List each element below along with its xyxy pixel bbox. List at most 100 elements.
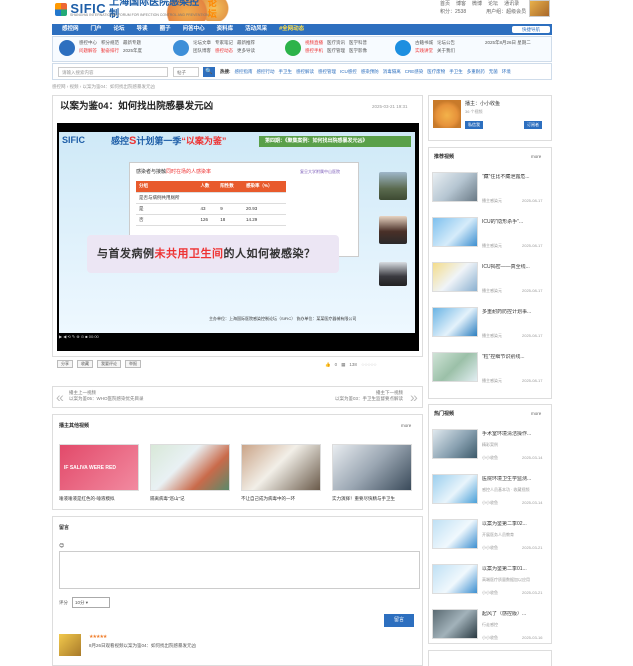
quick-nav-button[interactable]: 快捷导航	[512, 26, 550, 33]
subnav-link[interactable]: 问题解答	[79, 48, 97, 54]
list-item[interactable]: 手术室环境清洁操作... 精彩案例 小小收鱼 2025-03-14	[432, 425, 550, 469]
emoji-icon[interactable]: 😊	[59, 543, 64, 549]
video-thumb[interactable]	[432, 429, 478, 459]
top-link[interactable]: 博客	[456, 1, 466, 7]
hot-search-link[interactable]: 手卫生	[279, 69, 293, 75]
hot-search-link[interactable]: 无菌	[489, 69, 498, 75]
subnav-link[interactable]: 论坛公告	[437, 40, 455, 46]
video-title-link[interactable]: 以案为鉴第二季02...	[482, 521, 550, 527]
subnav-link[interactable]: 专家笔记	[215, 40, 233, 46]
hot-search-link[interactable]: 消毒隔离	[383, 69, 401, 75]
nav-item-highlight[interactable]: #全网动态	[273, 24, 310, 35]
video-thumb[interactable]	[432, 609, 478, 639]
nav-item[interactable]: 活动风采	[239, 24, 273, 35]
list-item[interactable]: 起风了（感控版）... 行走感控 小小收鱼 2025-03-16	[432, 605, 550, 649]
rating-stars[interactable]: ☆☆☆☆☆	[361, 362, 377, 368]
uploader-name[interactable]: 播主：小小收鱼	[465, 101, 500, 107]
comment-textarea[interactable]	[59, 551, 420, 589]
subnav-link[interactable]: 古籍书城	[415, 40, 433, 46]
subnav-link[interactable]: 积分规范	[101, 40, 119, 46]
search-button[interactable]: 🔍	[203, 67, 215, 77]
comment-button[interactable]: 我要评论	[97, 360, 121, 368]
video-title-link[interactable]: “藏”住比不藏泄露危...	[482, 174, 550, 180]
hot-search-link[interactable]: 手卫生	[449, 69, 463, 75]
video-thumb[interactable]	[332, 444, 412, 491]
video-thumb[interactable]	[432, 262, 478, 292]
video-thumb[interactable]	[432, 474, 478, 504]
hot-search-link[interactable]: 感控行动	[257, 69, 275, 75]
video-thumb[interactable]	[432, 352, 478, 382]
search-type-select[interactable]: 帖子	[173, 67, 199, 77]
subscribe-button[interactable]: 订阅者	[524, 121, 542, 129]
top-link[interactable]: 微博	[472, 1, 482, 7]
subnav-link[interactable]: 最新推荐	[237, 40, 255, 46]
video-title-link[interactable]: 手术室环境清洁操作...	[482, 431, 550, 437]
next-arrow-icon[interactable]: »	[410, 389, 418, 407]
nav-item[interactable]: 导读	[131, 24, 154, 35]
subnav-link[interactable]: 感控动态	[215, 48, 233, 54]
hot-search-link[interactable]: 感控管理	[318, 69, 336, 75]
video-title-link[interactable]: 多重耐药防控计划事...	[482, 309, 550, 315]
subnav-link[interactable]: 团队博客	[193, 48, 211, 54]
video-controls[interactable]: ▶ ◀ ⟲ ✎ ⊕ ⊙ ■ 00:00	[59, 334, 417, 341]
favorite-button[interactable]: 收藏	[77, 360, 93, 368]
rating-select[interactable]: 10分 ▾	[72, 597, 110, 608]
share-button[interactable]: 分享	[57, 360, 73, 368]
subnav-link[interactable]: 医疗资讯	[327, 40, 345, 46]
top-link[interactable]: 论坛	[488, 1, 498, 7]
list-item[interactable]: 以案为鉴第二季02... 开展医务人员教育 小小收鱼 2025-03-21	[432, 515, 550, 559]
subnav-link[interactable]: 感控中心	[79, 40, 97, 46]
hot-search-link[interactable]: ICU感控	[340, 69, 357, 75]
nav-item[interactable]: 资料库	[211, 24, 240, 35]
video-caption[interactable]: 隔离病毒“巡山”记	[150, 496, 234, 502]
video-thumb[interactable]	[432, 307, 478, 337]
list-item[interactable]: “粒”控细节识别线... 播主感染元 2025-08-17	[432, 348, 550, 392]
video-thumb[interactable]	[432, 519, 478, 549]
hot-search-link[interactable]: 感控解读	[296, 69, 314, 75]
prev-video[interactable]: 播主上一视频 以案为鉴05：WHO医院感染优先目录	[69, 390, 144, 401]
list-item[interactable]: 多重耐药防控计划事... 播主感染元 2025-08-17	[432, 303, 550, 347]
breadcrumb[interactable]: 感控网 › 视频 › 以案为鉴04：如何找出院感暴发元凶	[52, 84, 155, 90]
top-link[interactable]: 通讯录	[504, 1, 519, 7]
hot-search-link[interactable]: 感染预防	[361, 69, 379, 75]
video-thumb[interactable]	[241, 444, 321, 491]
subnav-link[interactable]: 最新专题	[123, 40, 142, 46]
video-title-link[interactable]: 医院环境卫生学监测...	[482, 476, 550, 482]
video-thumb[interactable]	[432, 217, 478, 247]
nav-item[interactable]: 圈子	[154, 24, 177, 35]
nav-item[interactable]: 论坛	[108, 24, 131, 35]
submit-comment-button[interactable]: 留言	[384, 614, 414, 627]
subnav-link[interactable]: 关于我们	[437, 48, 455, 54]
private-message-button[interactable]: 私信我	[465, 121, 483, 129]
hot-search-link[interactable]: 多重耐药	[467, 69, 485, 75]
video-title-link[interactable]: “粒”控细节识别线...	[482, 354, 550, 360]
next-video[interactable]: 播主下一视频 以案为鉴03：手卫生监督要点解读	[303, 390, 403, 401]
video-thumb[interactable]	[432, 172, 478, 202]
subnav-link[interactable]: 医学科普	[349, 40, 367, 46]
video-caption[interactable]: 实力演绎！重要尽快精与手卫生	[332, 496, 416, 502]
uploader-avatar[interactable]	[433, 100, 461, 128]
video-thumb[interactable]: IF SALIVA WERE RED	[59, 444, 139, 491]
other-videos-more[interactable]: more	[401, 423, 411, 429]
subnav-link[interactable]: 医学影像	[349, 48, 367, 54]
top-link[interactable]: 首页	[440, 1, 450, 7]
commenter-avatar[interactable]	[59, 634, 81, 656]
video-title-link[interactable]: ICU揭密——真全线...	[482, 264, 550, 270]
subnav-link[interactable]: 勤奋排行	[101, 48, 119, 54]
report-button[interactable]: 举报	[125, 360, 141, 368]
like-icon[interactable]: 👍	[325, 362, 331, 368]
search-input[interactable]: 请输入搜索内容	[58, 67, 168, 77]
prev-arrow-icon[interactable]: «	[56, 389, 64, 407]
list-item[interactable]: “藏”住比不藏泄露危... 播主感染元 2025-08-17	[432, 168, 550, 212]
subnav-link[interactable]: 更多导读	[237, 48, 255, 54]
hot-search-link[interactable]: 感控指南	[235, 69, 253, 75]
nav-item[interactable]: 门户	[85, 24, 108, 35]
list-item[interactable]: ICU的“隐形杀手”... 播主感染元 2025-08-17	[432, 213, 550, 257]
video-title-link[interactable]: ICU的“隐形杀手”...	[482, 219, 550, 225]
subnav-link[interactable]: 医疗管理	[327, 48, 345, 54]
video-caption[interactable]: 唾液唾液是红色的-唾液模拟	[59, 496, 143, 502]
subnav-link[interactable]: 论坛文章	[193, 40, 211, 46]
nav-item[interactable]: 问答中心	[177, 24, 211, 35]
hot-search-link[interactable]: CRE感染	[405, 69, 424, 75]
subnav-link[interactable]: 视频直播	[305, 40, 323, 46]
